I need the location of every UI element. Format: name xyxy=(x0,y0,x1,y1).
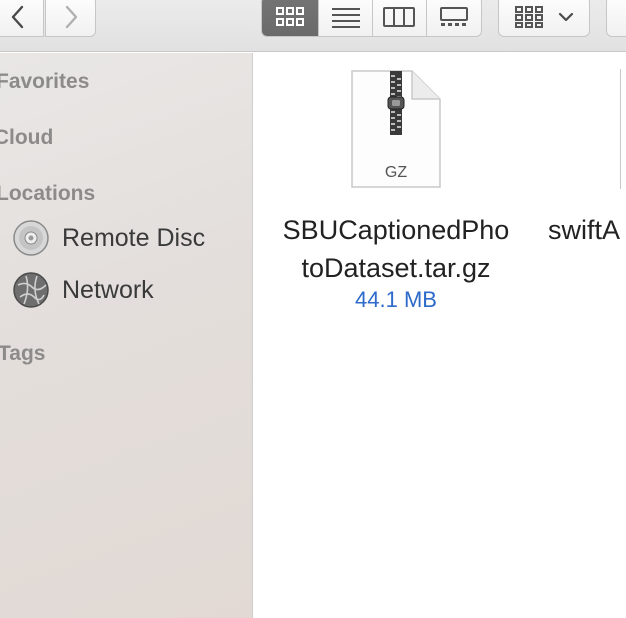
sidebar-section-locations[interactable]: Locations xyxy=(0,182,95,206)
view-switcher xyxy=(261,0,482,37)
share-button[interactable] xyxy=(606,0,626,37)
gallery-view-icon xyxy=(439,6,468,26)
file-browser-content: GZ SBUCaptionedPho toDataset.tar.gz 44.1… xyxy=(254,53,626,618)
list-view-icon xyxy=(331,7,360,28)
list-view-button[interactable] xyxy=(319,0,373,36)
file-item[interactable]: swiftA xyxy=(548,69,626,249)
column-view-icon xyxy=(383,6,416,27)
globe-network-icon xyxy=(13,272,49,308)
sidebar-item-label: Network xyxy=(62,275,154,304)
disc-icon xyxy=(13,220,49,256)
forward-button[interactable] xyxy=(45,0,96,37)
group-grid-icon xyxy=(515,5,543,28)
sidebar-item-remote-disc[interactable]: Remote Disc xyxy=(12,218,205,258)
gallery-view-button[interactable] xyxy=(427,0,481,36)
file-name-line: SBUCaptionedPho xyxy=(282,215,510,245)
file-icon xyxy=(548,69,626,189)
toolbar xyxy=(0,0,626,52)
column-view-button[interactable] xyxy=(373,0,427,36)
sidebar-section-tags[interactable]: Tags xyxy=(0,342,45,366)
back-button[interactable] xyxy=(0,0,44,37)
sidebar-section-favorites[interactable]: Favorites xyxy=(0,70,89,94)
sidebar: Favorites iCloud Locations Remote Disc N… xyxy=(0,53,253,618)
icon-view-icon xyxy=(276,6,305,26)
sidebar-section-icloud[interactable]: iCloud xyxy=(0,126,53,150)
group-button[interactable] xyxy=(498,0,590,37)
file-name-line: swiftA xyxy=(548,215,621,245)
file-name-line: toDataset.tar.gz xyxy=(301,253,491,283)
icon-view-button[interactable] xyxy=(262,0,320,36)
sidebar-item-label: Remote Disc xyxy=(62,223,206,252)
sidebar-item-network[interactable]: Network xyxy=(12,270,154,310)
file-size: 44.1 MB xyxy=(355,287,437,312)
chevron-right-icon xyxy=(65,5,77,28)
chevron-down-icon xyxy=(558,12,574,21)
file-type-label: GZ xyxy=(384,164,408,181)
chevron-left-icon xyxy=(11,5,24,28)
file-item[interactable]: GZ SBUCaptionedPho toDataset.tar.gz 44.1… xyxy=(266,69,526,313)
gz-archive-icon: GZ xyxy=(350,69,442,189)
